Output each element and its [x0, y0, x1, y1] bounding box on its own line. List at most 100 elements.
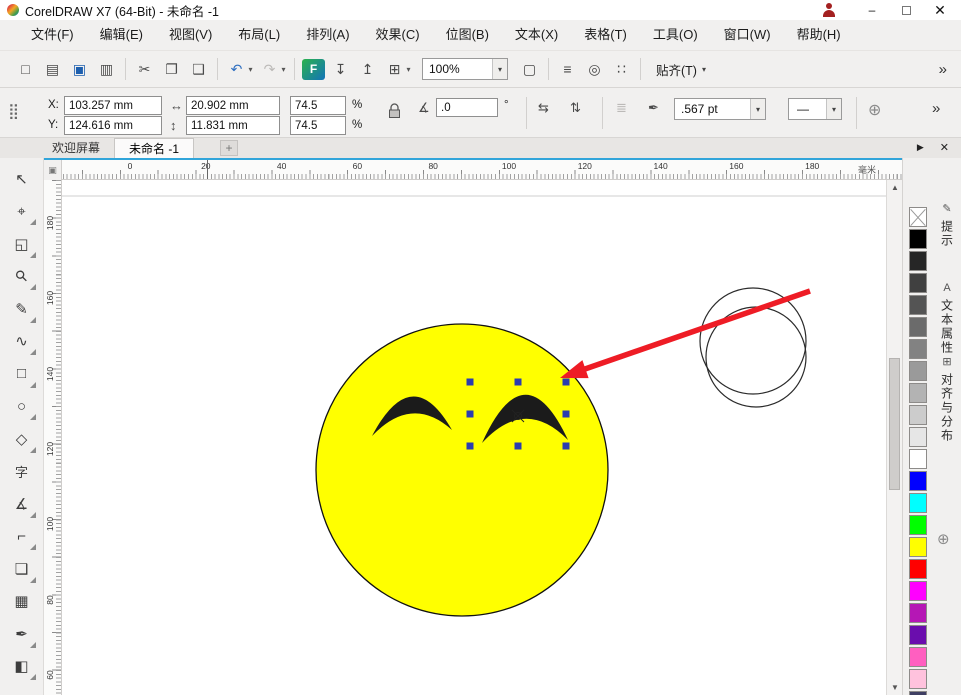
color-swatch[interactable] [909, 625, 927, 645]
color-swatch[interactable] [909, 251, 927, 271]
color-swatch[interactable] [909, 647, 927, 667]
maximize-button[interactable] [892, 5, 920, 15]
ellipse-tool[interactable]: ○ [7, 391, 37, 421]
color-swatch[interactable] [909, 207, 927, 227]
pick-tool[interactable]: ↖ [7, 164, 37, 194]
menu-item[interactable]: 视图(V) [156, 20, 225, 50]
snap-to-dropdown[interactable]: 贴齐(T) ▾ [646, 60, 716, 79]
mirror-horizontal-icon[interactable]: ⇆ [538, 100, 549, 116]
nudge-grid-icon[interactable]: ⣿ [8, 102, 19, 120]
close-button[interactable]: ✕ [926, 0, 954, 20]
dimension-tool[interactable]: ∡ [7, 489, 37, 519]
lock-ratio-icon[interactable] [388, 102, 401, 119]
property-bar-overflow-icon[interactable]: » [932, 100, 940, 117]
tab-scroll-icon[interactable]: ▶ [917, 142, 924, 153]
menu-item[interactable]: 帮助(H) [784, 20, 854, 50]
preview-icon[interactable]: ◎ [581, 56, 608, 82]
y-position-field[interactable] [64, 116, 162, 135]
polygon-tool[interactable]: ◇ [7, 424, 37, 454]
color-swatch[interactable] [909, 383, 927, 403]
chevron-down-icon[interactable]: ▾ [750, 99, 765, 119]
line-style-select[interactable]: — ▾ [788, 98, 842, 120]
color-swatch[interactable] [909, 515, 927, 535]
connector-tool[interactable]: ⌐ [7, 521, 37, 551]
color-swatch[interactable] [909, 317, 927, 337]
chevron-down-icon[interactable]: ▾ [492, 59, 507, 79]
save-icon[interactable]: ▣ [66, 56, 93, 82]
new-document-tab-button[interactable]: + [220, 140, 239, 156]
menu-item[interactable]: 编辑(E) [87, 20, 156, 50]
object-width-field[interactable] [186, 96, 280, 115]
color-swatch[interactable] [909, 273, 927, 293]
vertical-scrollbar[interactable]: ▲ ▼ [886, 180, 902, 695]
color-swatch[interactable] [909, 229, 927, 249]
menu-item[interactable]: 表格(T) [571, 20, 640, 50]
color-swatch[interactable] [909, 449, 927, 469]
export-icon[interactable]: ↥ [354, 56, 381, 82]
menu-item[interactable]: 文件(F) [18, 20, 87, 50]
horizontal-ruler[interactable]: ▣ 0 20 40 60 80 100 120 140 160 180 毫米 [44, 160, 902, 180]
artistic-media-tool[interactable]: ∿ [7, 326, 37, 356]
scroll-down-icon[interactable]: ▼ [887, 680, 903, 695]
redo-dropdown-icon[interactable]: ▾ [278, 56, 289, 82]
outline-width-select[interactable]: .567 pt ▾ [674, 98, 766, 120]
text-tool[interactable]: 字 [7, 456, 37, 486]
drop-shadow-tool[interactable]: ❏ [7, 554, 37, 584]
color-swatch[interactable] [909, 691, 927, 695]
shape-tool[interactable]: ⌖ [7, 196, 37, 226]
menu-item[interactable]: 布局(L) [225, 20, 293, 50]
color-swatch[interactable] [909, 581, 927, 601]
print-icon[interactable]: ▥ [93, 56, 120, 82]
new-document-icon[interactable]: □ [12, 56, 39, 82]
chevron-down-icon[interactable]: ▾ [826, 99, 841, 119]
scroll-up-icon[interactable]: ▲ [887, 180, 903, 195]
rectangle-tool[interactable]: □ [7, 359, 37, 389]
color-swatch[interactable] [909, 537, 927, 557]
crop-tool[interactable]: ◱ [7, 229, 37, 259]
show-grid-icon[interactable]: ∷ [608, 56, 635, 82]
color-swatch[interactable] [909, 493, 927, 513]
smiley-face-circle[interactable] [315, 323, 609, 617]
dock-tab-text-properties[interactable]: A 文本属性 [939, 282, 956, 355]
menu-item[interactable]: 窗口(W) [711, 20, 784, 50]
interactive-fill-tool[interactable]: ◧ [7, 651, 37, 681]
add-property-icon[interactable]: ⊕ [868, 100, 881, 120]
tab-welcome[interactable]: 欢迎屏幕 [38, 138, 114, 158]
import-icon[interactable]: ↧ [327, 56, 354, 82]
fullscreen-preview-icon[interactable]: ▢ [516, 56, 543, 82]
color-swatch[interactable] [909, 339, 927, 359]
source-circle-outlines[interactable] [699, 287, 807, 408]
zoom-tool[interactable]: ⚲ [7, 261, 37, 291]
dock-tab-hints[interactable]: ✎ 提示 [939, 202, 956, 248]
color-swatch[interactable] [909, 559, 927, 579]
menu-item[interactable]: 文本(X) [502, 20, 571, 50]
paste-icon[interactable]: ❑ [185, 56, 212, 82]
add-docker-icon[interactable]: ⊕ [937, 530, 950, 548]
mirror-vertical-icon[interactable]: ⇅ [570, 100, 581, 116]
dock-tab-align-distribute[interactable]: ⊞ 对齐与分布 [939, 355, 956, 443]
freehand-tool[interactable]: ✎ [7, 294, 37, 324]
color-swatch[interactable] [909, 603, 927, 623]
vertical-ruler[interactable]: 180 160 140 120 100 80 60 [44, 180, 62, 695]
app-launcher-dropdown-icon[interactable]: ▾ [403, 56, 414, 82]
launch-app-icon[interactable]: F [302, 58, 325, 80]
menu-item[interactable]: 工具(O) [640, 20, 711, 50]
show-rulers-icon[interactable]: ≡ [554, 56, 581, 82]
object-height-field[interactable] [186, 116, 280, 135]
account-icon[interactable] [822, 3, 836, 17]
transparency-tool[interactable]: ▦ [7, 586, 37, 616]
color-swatch[interactable] [909, 427, 927, 447]
undo-dropdown-icon[interactable]: ▾ [245, 56, 256, 82]
zoom-level-select[interactable]: 100% ▾ [422, 58, 508, 80]
x-position-field[interactable] [64, 96, 162, 115]
color-swatch[interactable] [909, 669, 927, 689]
color-swatch[interactable] [909, 405, 927, 425]
drawing-canvas[interactable] [62, 180, 886, 695]
close-document-icon[interactable]: ✕ [940, 141, 949, 154]
scale-x-field[interactable] [290, 96, 346, 115]
rotation-angle-field[interactable] [436, 98, 498, 117]
scale-y-field[interactable] [290, 116, 346, 135]
ruler-origin-icon[interactable]: ▣ [44, 160, 62, 180]
cut-icon[interactable]: ✂ [131, 56, 158, 82]
menu-item[interactable]: 效果(C) [363, 20, 433, 50]
